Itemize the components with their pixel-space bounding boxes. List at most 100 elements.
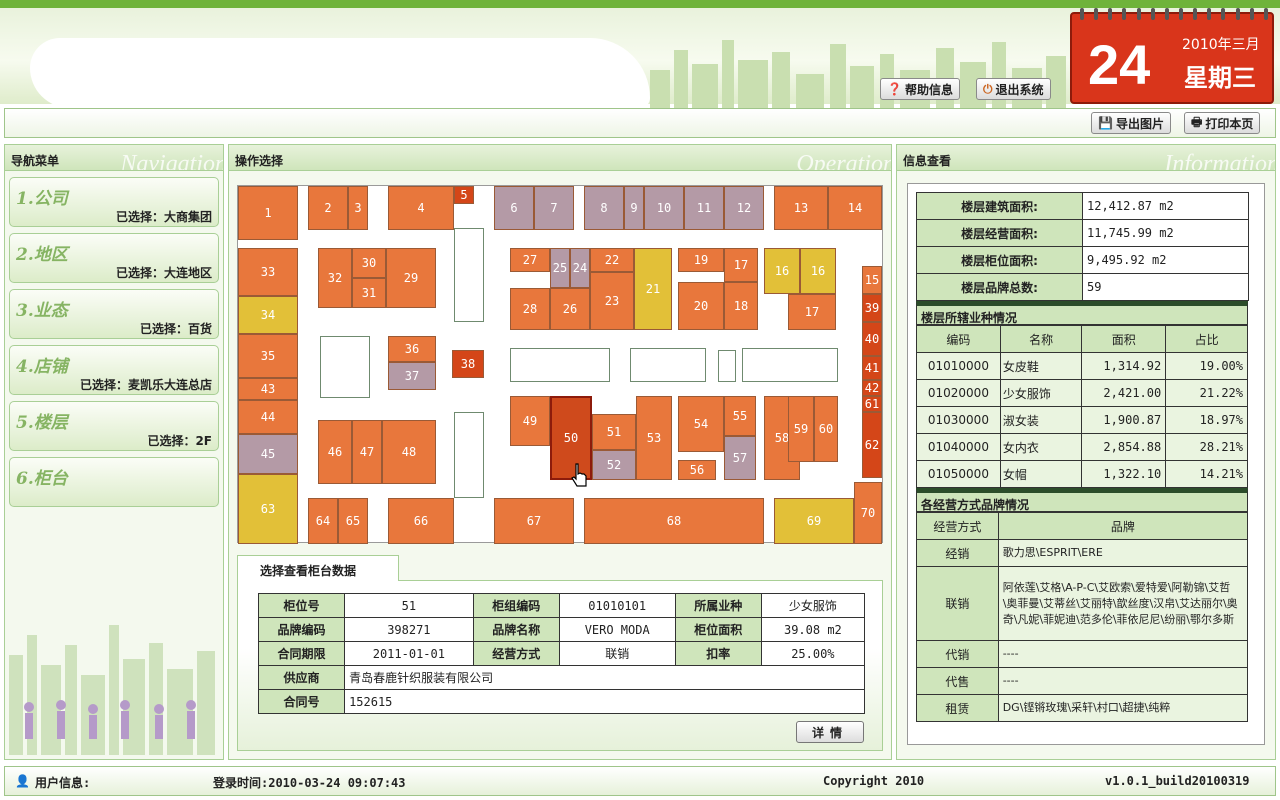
counter-63[interactable]: 62	[862, 412, 882, 478]
counter-47[interactable]: 46	[318, 420, 352, 484]
counter-37[interactable]: 36	[388, 336, 436, 362]
help-button[interactable]: ❓ 帮助信息	[880, 78, 960, 100]
counter-20[interactable]: 19	[678, 248, 724, 272]
counter-71[interactable]: 70	[854, 482, 882, 544]
counter-9[interactable]: 9	[624, 186, 644, 230]
counter-40[interactable]: 39	[862, 294, 882, 322]
counter-19[interactable]: 18	[724, 282, 758, 330]
nav-item-company[interactable]: 1.公司 已选择：大商集团	[9, 177, 219, 227]
counter-detail-table: 柜位号 51 柜组编码 01010101 所属业种 少女服饰 品牌编码 398271 品…	[257, 593, 866, 714]
counter-13[interactable]: 13	[774, 186, 828, 230]
counter-18[interactable]: 17	[724, 248, 758, 282]
nav-item-floor[interactable]: 5.楼层 已选择：2F	[9, 401, 219, 451]
nav-item-region[interactable]: 2.地区 已选择：大连地区	[9, 233, 219, 283]
counter-33[interactable]: 32	[318, 248, 352, 308]
power-icon: ⏻	[983, 81, 993, 96]
counter-64[interactable]: 63	[238, 474, 298, 544]
floor-plan: 1 2 3 4 5 6 7 8 9 10 11 12 13 14 15 39 4…	[237, 185, 883, 544]
counter-58[interactable]: 57	[724, 436, 756, 480]
counter-15[interactable]: 15	[862, 266, 882, 294]
calendar-day: 24	[1088, 33, 1151, 96]
counter-1[interactable]: 1	[238, 186, 298, 240]
counter-32[interactable]: 31	[352, 278, 386, 308]
counter-36[interactable]: 35	[238, 334, 298, 378]
counter-7[interactable]: 7	[534, 186, 574, 230]
counter-16-left[interactable]: 16	[764, 248, 800, 294]
calendar-rings	[1080, 8, 1268, 20]
counter-70[interactable]: 69	[774, 498, 854, 544]
counter-60[interactable]: 59	[788, 396, 814, 462]
counter-41[interactable]: 40	[862, 322, 882, 356]
counter-6[interactable]: 6	[494, 186, 534, 230]
nav-item-counter[interactable]: 6.柜台	[9, 457, 219, 507]
counter-28[interactable]: 27	[510, 248, 550, 272]
fixture	[320, 336, 370, 398]
counter-30[interactable]: 29	[386, 248, 436, 308]
counter-48[interactable]: 47	[352, 420, 382, 484]
logo-area	[30, 38, 650, 108]
tab-counter-data[interactable]: 选择查看柜台数据	[237, 555, 399, 582]
counter-44[interactable]: 43	[238, 378, 298, 400]
counter-45[interactable]: 44	[238, 400, 298, 434]
counter-35[interactable]: 34	[238, 296, 298, 334]
counter-65[interactable]: 64	[308, 498, 338, 544]
counter-4[interactable]: 4	[388, 186, 454, 230]
export-image-button[interactable]: 💾 导出图片	[1091, 112, 1171, 134]
detail-tab-bar: 选择查看柜台数据	[237, 553, 883, 582]
counter-24[interactable]: 23	[590, 272, 634, 330]
counter-5[interactable]: 5	[454, 186, 474, 204]
counter-10[interactable]: 10	[644, 186, 684, 230]
user-info-label: 用户信息:	[35, 776, 91, 790]
counter-25[interactable]: 24	[570, 248, 590, 288]
counter-42[interactable]: 41	[862, 356, 882, 380]
counter-54[interactable]: 53	[636, 396, 672, 480]
counter-21[interactable]: 20	[678, 282, 724, 330]
counter-3[interactable]: 3	[348, 186, 368, 230]
counter-49[interactable]: 48	[382, 420, 436, 484]
counter-12[interactable]: 12	[724, 186, 764, 230]
copyright: Copyright 2010	[823, 774, 925, 788]
counter-46[interactable]: 45	[238, 434, 298, 474]
counter-14[interactable]: 14	[828, 186, 882, 230]
counter-2[interactable]: 2	[308, 186, 348, 230]
counter-69[interactable]: 68	[584, 498, 764, 544]
counter-34[interactable]: 33	[238, 248, 298, 296]
counter-52[interactable]: 51	[592, 414, 636, 450]
counter-23[interactable]: 22	[590, 248, 634, 272]
details-button[interactable]: 详情	[796, 721, 864, 743]
counter-11[interactable]: 11	[684, 186, 724, 230]
print-button[interactable]: 🖶 打印本页	[1184, 112, 1261, 134]
logout-button[interactable]: ⏻ 退出系统	[976, 78, 1051, 100]
counter-39[interactable]: 38	[452, 350, 484, 378]
counter-66[interactable]: 65	[338, 498, 368, 544]
counter-31[interactable]: 30	[352, 248, 386, 278]
counter-38[interactable]: 37	[388, 362, 436, 390]
table-row: 代售 ----	[916, 667, 1249, 695]
counter-62[interactable]: 61	[862, 396, 882, 412]
counter-57[interactable]: 56	[678, 460, 716, 480]
nav-item-store[interactable]: 4.店铺 已选择：麦凯乐大连总店	[9, 345, 219, 395]
counter-53[interactable]: 52	[592, 450, 636, 480]
nav-item-format[interactable]: 3.业态 已选择：百货	[9, 289, 219, 339]
counter-61[interactable]: 60	[814, 396, 838, 462]
counter-56[interactable]: 55	[724, 396, 756, 436]
counter-8[interactable]: 8	[584, 186, 624, 230]
table-row: 01010000 女皮鞋 1,314.92 19.00%	[916, 352, 1248, 380]
information-header: 信息查看 Information	[897, 145, 1275, 171]
counter-17[interactable]: 17	[788, 294, 836, 330]
counter-67[interactable]: 66	[388, 498, 454, 544]
counter-22[interactable]: 21	[634, 248, 672, 330]
counter-43[interactable]: 42	[862, 380, 882, 396]
counter-50[interactable]: 49	[510, 396, 550, 446]
counter-16-right[interactable]: 16	[800, 248, 836, 294]
counter-29[interactable]: 28	[510, 288, 550, 330]
counter-27[interactable]: 26	[550, 288, 590, 330]
floor-stats-table: 楼层建筑面积: 12,412.87 m2 楼层经营面积: 11,745.99 m2 …	[916, 192, 1249, 301]
counter-26[interactable]: 25	[550, 248, 570, 288]
counter-68[interactable]: 67	[494, 498, 574, 544]
navigation-panel: 导航菜单 Navigation 1.公司 已选择：大商集团 2.地区 已选择：大连地区…	[4, 144, 224, 760]
navigation-header: 导航菜单 Navigation	[5, 145, 223, 171]
table-row: 经销 歌力思\ESPRIT\ERE	[916, 539, 1249, 567]
table-row: 租赁 DG\铿锵玫瑰\采轩\村口\超捷\纯粹	[916, 694, 1249, 722]
counter-55[interactable]: 54	[678, 396, 724, 452]
